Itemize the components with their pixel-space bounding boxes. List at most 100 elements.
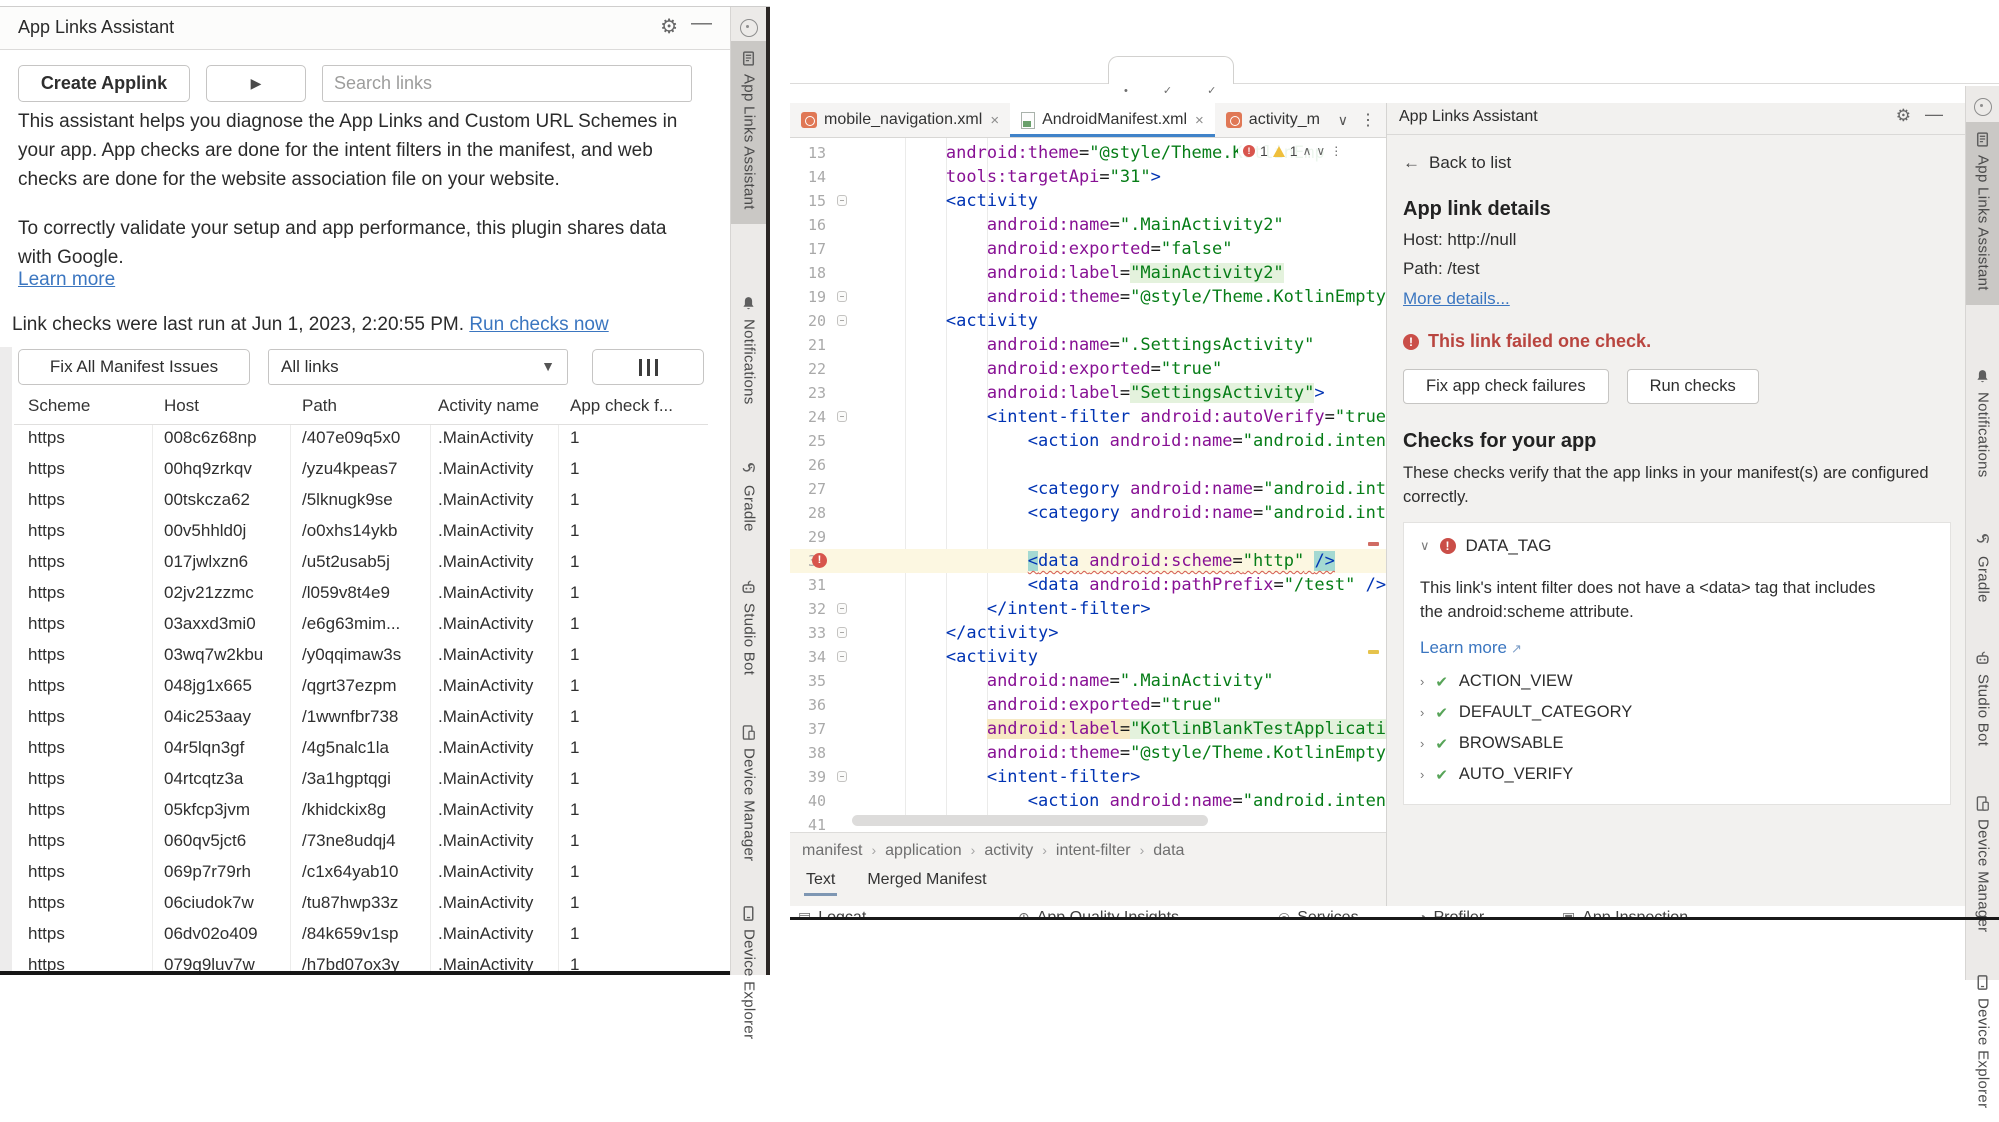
table-row[interactable]: https02jv21zzmc/l059v8t4e9.MainActivity1 — [14, 579, 708, 611]
code-editor[interactable]: 13 android:theme="@style/Theme.KotlinEmp… — [790, 138, 1386, 832]
table-row[interactable]: https017jwlxzn6/u5t2usab5j.MainActivity1 — [14, 548, 708, 580]
code-line[interactable]: 18 android:label="MainActivity2" — [790, 261, 1386, 285]
error-stripe-mark[interactable] — [1368, 542, 1379, 546]
sidebar-item-studio-bot[interactable]: Studio Bot — [1966, 641, 1999, 760]
sidebar-item-notifications[interactable]: Notifications — [731, 286, 766, 419]
code-line[interactable]: 22 android:exported="true" — [790, 357, 1386, 381]
back-to-list-link[interactable]: ←Back to list — [1403, 153, 1965, 173]
links-filter-dropdown[interactable]: All links ▼ — [268, 349, 568, 385]
table-row[interactable]: https048jg1x665/qgrt37ezpm.MainActivity1 — [14, 672, 708, 704]
table-row[interactable]: https069p7r79rh/c1x64yab10.MainActivity1 — [14, 858, 708, 890]
tab-options-icon[interactable]: ⋮ — [1360, 110, 1376, 130]
sidebar-item-device-explorer[interactable]: Device Explorer — [731, 896, 766, 1053]
run-button[interactable]: ▶ — [206, 65, 306, 102]
code-line[interactable]: 37 android:label="KotlinBlankTestApplica… — [790, 717, 1386, 741]
fix-all-manifest-issues-button[interactable]: Fix All Manifest Issues — [18, 349, 250, 385]
breadcrumb-item[interactable]: data — [1153, 842, 1184, 859]
table-row[interactable]: https03axxd3mi0/e6g63mim....MainActivity… — [14, 610, 708, 642]
code-line[interactable]: 34 <activity — [790, 645, 1386, 669]
table-row[interactable]: https008c6z68np/407e09q5x0.MainActivity1 — [14, 424, 708, 456]
fold-icon[interactable] — [837, 651, 847, 662]
table-row[interactable]: https06ciudok7w/tu87hwp33z.MainActivity1 — [14, 889, 708, 921]
code-line[interactable]: 17 android:exported="false" — [790, 237, 1386, 261]
table-row[interactable]: https03wq7w2kbu/y0qqimaw3s.MainActivity1 — [14, 641, 708, 673]
editor-tab-mobile_navigation-xml[interactable]: mobile_navigation.xml× — [790, 103, 1010, 137]
data-tag-check-row[interactable]: ∨ ! DATA_TAG — [1420, 536, 1934, 556]
panel-options-icon[interactable] — [740, 19, 758, 37]
code-line[interactable]: 24 <intent-filter android:autoVerify="tr… — [790, 405, 1386, 429]
column-header[interactable]: Scheme — [28, 396, 90, 416]
minimize-icon[interactable]: — — [1925, 104, 1943, 125]
next-issue-icon[interactable]: ∨ — [1316, 144, 1325, 158]
check-row-default_category[interactable]: ›✔DEFAULT_CATEGORY — [1420, 697, 1934, 728]
table-row[interactable]: https04r5lqn3gf/4g5nalc1la.MainActivity1 — [14, 734, 708, 766]
table-row[interactable]: https05kfcp3jvm/khidckix8g.MainActivity1 — [14, 796, 708, 828]
code-line[interactable]: 28 <category android:name="android.inten… — [790, 501, 1386, 525]
learn-more-link[interactable]: Learn more↗ — [1420, 638, 1522, 658]
sidebar-item-notifications[interactable]: Notifications — [1966, 359, 1999, 492]
create-applink-button[interactable]: Create Applink — [18, 65, 190, 102]
sidebar-item-device-manager[interactable]: Device Manager — [731, 715, 766, 875]
tab-merged-manifest[interactable]: Merged Manifest — [865, 871, 988, 896]
previous-issue-icon[interactable]: ∧ — [1303, 144, 1312, 158]
code-line[interactable]: 36 android:exported="true" — [790, 693, 1386, 717]
code-line[interactable]: 23 android:label="SettingsActivity"> — [790, 381, 1386, 405]
table-row[interactable]: https00tskcza62/5lknugk9se.MainActivity1 — [14, 486, 708, 518]
check-row-auto_verify[interactable]: ›✔AUTO_VERIFY — [1420, 759, 1934, 790]
column-header[interactable]: Activity name — [438, 396, 539, 416]
breadcrumb-item[interactable]: manifest — [802, 842, 862, 859]
table-row[interactable]: https06dv02o409/84k659v1sp.MainActivity1 — [14, 920, 708, 952]
sidebar-item-device-explorer[interactable]: Device Explorer — [1966, 965, 1999, 1122]
code-line[interactable]: 26 — [790, 453, 1386, 477]
run-checks-button[interactable]: Run checks — [1627, 369, 1759, 404]
code-line[interactable]: 20 <activity — [790, 309, 1386, 333]
inspections-widget[interactable]: ! 1 1 ∧ ∨ ⋮ — [1238, 139, 1347, 163]
table-row[interactable]: https04rtcqtz3a/3a1hgptqgi.MainActivity1 — [14, 765, 708, 797]
table-row[interactable]: https00hq9zrkqv/yzu4kpeas7.MainActivity1 — [14, 455, 708, 487]
column-header[interactable]: Path — [302, 396, 337, 416]
table-row[interactable]: https04ic253aay/1wwnfbr738.MainActivity1 — [14, 703, 708, 735]
fold-icon[interactable] — [837, 195, 847, 206]
fold-icon[interactable] — [837, 291, 847, 302]
search-links-input[interactable] — [322, 65, 692, 102]
tab-text[interactable]: Text — [804, 871, 837, 896]
sidebar-item-studio-bot[interactable]: Studio Bot — [731, 570, 766, 689]
check-row-browsable[interactable]: ›✔BROWSABLE — [1420, 728, 1934, 759]
learn-more-link[interactable]: Learn more — [18, 269, 115, 291]
fold-icon[interactable] — [837, 627, 847, 638]
code-line[interactable]: 40 <action android:name="android.intent.… — [790, 789, 1386, 813]
code-line[interactable]: 21 android:name=".SettingsActivity" — [790, 333, 1386, 357]
editor-tab-androidmanifest-xml[interactable]: AndroidManifest.xml× — [1010, 103, 1215, 137]
code-line[interactable]: 19 android:theme="@style/Theme.KotlinEmp… — [790, 285, 1386, 309]
table-header-row[interactable]: Scheme Host Path Activity name App check f..… — [14, 391, 708, 425]
horizontal-scrollbar[interactable] — [852, 815, 1208, 826]
hidden-tabs-icon[interactable]: ∨ — [1338, 112, 1348, 129]
code-line[interactable]: 29 — [790, 525, 1386, 549]
sidebar-item-app-links-assistant[interactable]: App Links Assistant — [1966, 122, 1999, 305]
table-row[interactable]: https060qv5jct6/73ne8udqj4.MainActivity1 — [14, 827, 708, 859]
column-header[interactable]: App check f... — [570, 396, 673, 416]
code-line[interactable]: 25 <action android:name="android.intent.… — [790, 429, 1386, 453]
column-header[interactable]: Host — [164, 396, 199, 416]
code-line[interactable]: 14 tools:targetApi="31"> — [790, 165, 1386, 189]
columns-settings-button[interactable] — [592, 349, 704, 385]
code-line[interactable]: 15 <activity — [790, 189, 1386, 213]
close-icon[interactable]: × — [1195, 112, 1204, 129]
code-line[interactable]: 32 </intent-filter> — [790, 597, 1386, 621]
fold-icon[interactable] — [837, 603, 847, 614]
fold-icon[interactable] — [837, 411, 847, 422]
gear-icon[interactable]: ⚙ — [1896, 106, 1911, 126]
code-line[interactable]: 27 <category android:name="android.inten… — [790, 477, 1386, 501]
warning-stripe-mark[interactable] — [1368, 650, 1379, 654]
fold-icon[interactable] — [837, 315, 847, 326]
scrollbar-track[interactable] — [0, 347, 12, 975]
gear-icon[interactable]: ⚙ — [660, 14, 678, 39]
editor-tab-activity_m[interactable]: activity_m — [1215, 103, 1331, 137]
sidebar-item-gradle[interactable]: Gradle — [1966, 523, 1999, 617]
sidebar-item-gradle[interactable]: Gradle — [731, 452, 766, 546]
code-line[interactable]: 16 android:name=".MainActivity2" — [790, 213, 1386, 237]
panel-options-icon[interactable] — [1974, 98, 1992, 116]
sidebar-item-app-links-assistant[interactable]: App Links Assistant — [731, 41, 766, 224]
code-line[interactable]: 39 <intent-filter> — [790, 765, 1386, 789]
more-details-link[interactable]: More details... — [1403, 289, 1510, 309]
